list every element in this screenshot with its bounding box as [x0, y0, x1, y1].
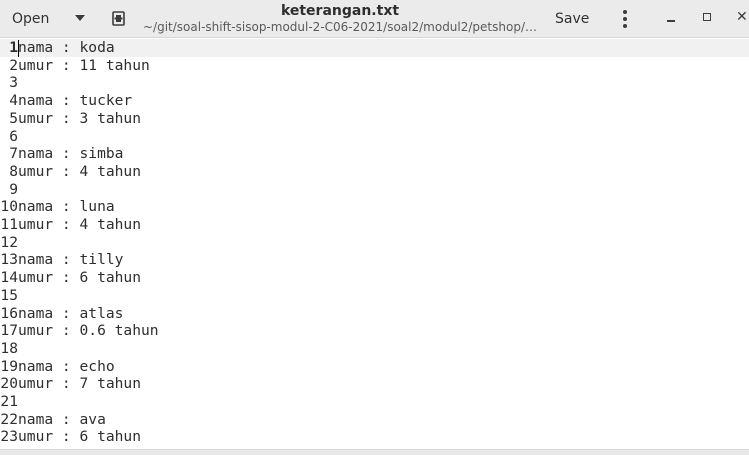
- bottom-edge: [0, 449, 749, 455]
- line-number: 16: [0, 304, 18, 322]
- line-number: 13: [0, 251, 18, 269]
- editor-line[interactable]: 23 umur : 6 tahun: [0, 428, 749, 446]
- line-number: 23: [0, 428, 18, 446]
- editor-line[interactable]: 18: [0, 340, 749, 358]
- line-number: 7: [9, 145, 18, 163]
- editor-line[interactable]: 15: [0, 287, 749, 305]
- line-number: 3: [9, 74, 18, 92]
- editor-line[interactable]: 21: [0, 393, 749, 411]
- editor-line[interactable]: 1 nama : koda: [0, 39, 749, 57]
- line-text: nama : tucker: [18, 92, 133, 110]
- editor-line[interactable]: 2 umur : 11 tahun: [0, 57, 749, 75]
- line-text: nama : luna: [18, 198, 115, 216]
- line-number: 2: [9, 56, 18, 74]
- line-text: umur : 4 tahun: [18, 216, 142, 233]
- editor-line[interactable]: 16 nama : atlas: [0, 305, 749, 323]
- chevron-down-icon[interactable]: [75, 15, 85, 21]
- editor-line[interactable]: 22 nama : ava: [0, 411, 749, 429]
- line-text: umur : 3 tahun: [18, 109, 142, 127]
- new-document-button[interactable]: [110, 10, 128, 28]
- editor-line[interactable]: 9: [0, 181, 749, 199]
- line-text: nama : koda: [18, 39, 115, 56]
- line-text: nama : echo: [18, 357, 115, 375]
- line-number: 6: [9, 127, 18, 145]
- open-button[interactable]: Open: [0, 4, 100, 34]
- line-text: umur : 4 tahun: [18, 162, 142, 180]
- line-number: 14: [0, 269, 18, 287]
- header-bar: Open keterangan.txt ~/git/soal-shift-sis…: [0, 0, 749, 38]
- text-editor[interactable]: 1 nama : koda 2 umur : 11 tahun 3 4 nama : tuc…: [0, 38, 749, 455]
- line-number: 4: [9, 92, 18, 110]
- editor-line[interactable]: 19 nama : echo: [0, 358, 749, 376]
- line-text: nama : ava: [18, 410, 106, 428]
- line-text: umur : 11 tahun: [18, 56, 150, 74]
- line-number: 15: [0, 286, 18, 304]
- editor-line[interactable]: 20 umur : 7 tahun: [0, 375, 749, 393]
- line-text: umur : 6 tahun: [18, 269, 142, 287]
- line-text: nama : tilly: [18, 251, 124, 269]
- editor-line[interactable]: 3: [0, 74, 749, 92]
- save-button[interactable]: Save: [555, 11, 589, 27]
- line-text: nama : atlas: [18, 304, 124, 322]
- line-text: nama : simba: [18, 145, 124, 163]
- line-number: 18: [0, 339, 18, 357]
- text-cursor: [18, 40, 19, 57]
- editor-line[interactable]: 8 umur : 4 tahun: [0, 163, 749, 181]
- line-text: umur : 6 tahun: [18, 428, 142, 446]
- close-icon[interactable]: ✕: [736, 10, 748, 24]
- line-text: umur : 7 tahun: [18, 375, 142, 393]
- line-number: 19: [0, 357, 18, 375]
- line-number: 22: [0, 410, 18, 428]
- menu-kebab-icon[interactable]: [619, 10, 631, 28]
- maximize-icon[interactable]: [702, 12, 712, 22]
- window-title: keterangan.txt: [280, 3, 400, 19]
- line-number: 10: [0, 198, 18, 216]
- line-number: 12: [0, 233, 18, 251]
- editor-line[interactable]: 6: [0, 128, 749, 146]
- line-number: 8: [9, 162, 18, 180]
- editor-line[interactable]: 11 umur : 4 tahun: [0, 216, 749, 234]
- line-text: umur : 0.6 tahun: [18, 322, 159, 340]
- line-number: 9: [9, 180, 18, 198]
- editor-line[interactable]: 12: [0, 234, 749, 252]
- file-path: ~/git/soal-shift-sisop-modul-2-C06-2021/…: [142, 20, 537, 34]
- editor-line[interactable]: 14 umur : 6 tahun: [0, 269, 749, 287]
- editor-line[interactable]: 7 nama : simba: [0, 145, 749, 163]
- editor-line[interactable]: 17 umur : 0.6 tahun: [0, 322, 749, 340]
- editor-line[interactable]: 4 nama : tucker: [0, 92, 749, 110]
- line-number: 1: [9, 39, 18, 56]
- editor-line[interactable]: 5 umur : 3 tahun: [0, 110, 749, 128]
- line-number: 21: [0, 393, 18, 410]
- editor-line[interactable]: 13 nama : tilly: [0, 251, 749, 269]
- line-number: 11: [0, 216, 18, 233]
- line-number: 20: [0, 375, 18, 393]
- open-button-label: Open: [12, 11, 50, 27]
- line-number: 5: [9, 109, 18, 127]
- new-document-icon: [112, 11, 125, 26]
- line-number: 17: [0, 322, 18, 340]
- minimize-icon[interactable]: [664, 11, 678, 25]
- editor-line[interactable]: 10 nama : luna: [0, 198, 749, 216]
